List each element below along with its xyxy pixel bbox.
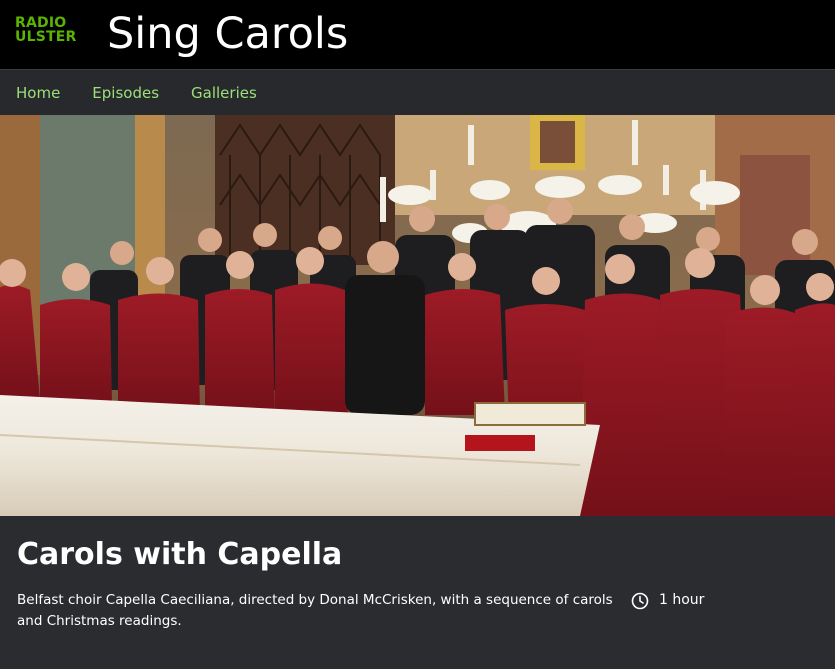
brand-line-2: ULSTER — [15, 29, 77, 45]
choir-photo-image — [0, 115, 835, 516]
duration-text: 1 hour — [659, 592, 705, 608]
episode-title: Carols with Capella — [17, 537, 343, 572]
hero-image — [0, 115, 835, 516]
episode-info: Carols with Capella Belfast choir Capell… — [0, 516, 835, 669]
page: RADIO ULSTER Sing Carols Home Episodes G… — [0, 0, 835, 669]
episode-duration: 1 hour — [631, 590, 704, 611]
nav-episodes-link[interactable]: Episodes — [92, 84, 159, 102]
radio-ulster-logo[interactable]: RADIO ULSTER — [15, 16, 76, 44]
episode-synopsis: Belfast choir Capella Caeciliana, direct… — [17, 592, 613, 629]
site-header: RADIO ULSTER Sing Carols — [0, 0, 835, 69]
nav-galleries-link[interactable]: Galleries — [191, 84, 257, 102]
programme-nav: Home Episodes Galleries — [0, 69, 835, 115]
brand-line-1: RADIO — [15, 15, 67, 31]
programme-title[interactable]: Sing Carols — [107, 6, 348, 62]
nav-home-link[interactable]: Home — [16, 84, 60, 102]
clock-icon — [631, 592, 649, 609]
